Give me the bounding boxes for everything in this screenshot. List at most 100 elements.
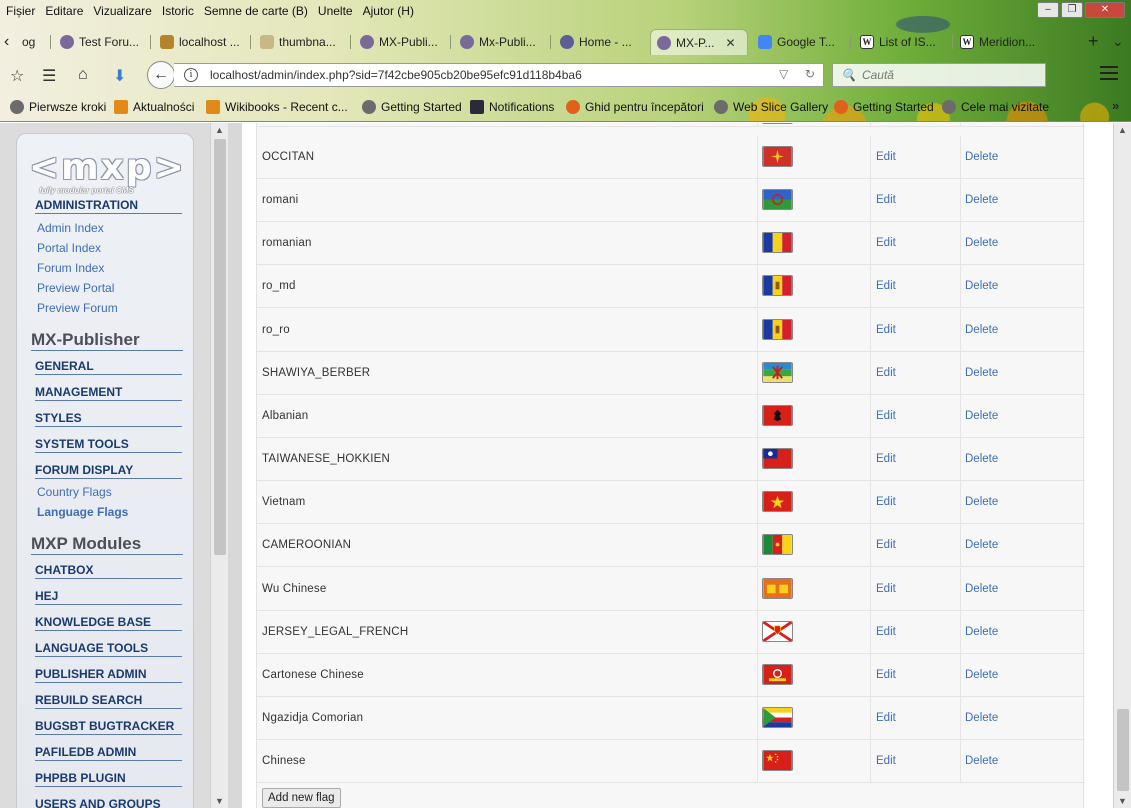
edit-link[interactable]: Edit — [876, 755, 896, 767]
delete-link[interactable]: Delete — [965, 539, 998, 551]
section-hej[interactable]: HEJ — [35, 589, 182, 605]
home-icon[interactable]: ⌂ — [78, 66, 88, 84]
bookmark-item[interactable]: Ghid pentru începători — [566, 100, 704, 114]
section-phpbb-plugin[interactable]: PHPBB PLUGIN — [35, 771, 182, 787]
page-scrollbar[interactable]: ▲ ▼ — [1113, 123, 1131, 808]
bookmark-item[interactable]: Getting Started — [362, 100, 462, 114]
section-language-tools[interactable]: LANGUAGE TOOLS — [35, 641, 182, 657]
section-styles[interactable]: STYLES — [35, 411, 182, 427]
scrollbar-thumb[interactable] — [1117, 709, 1129, 791]
url-dropdown-icon[interactable]: ▽ ↻ — [779, 67, 815, 81]
delete-link[interactable]: Delete — [965, 755, 998, 767]
edit-link[interactable]: Edit — [876, 280, 896, 292]
section-management[interactable]: MANAGEMENT — [35, 385, 182, 401]
download-icon[interactable]: ⬇ — [113, 66, 126, 86]
edit-link[interactable]: Edit — [876, 237, 896, 249]
bookmark-item[interactable]: Web Slice Gallery — [714, 100, 828, 114]
delete-link[interactable]: Delete — [965, 324, 998, 336]
bookmark-item[interactable]: Cele mai vizitate — [942, 100, 1049, 114]
delete-link[interactable]: Delete — [965, 367, 998, 379]
delete-link[interactable]: Delete — [965, 712, 998, 724]
edit-link[interactable]: Edit — [876, 539, 896, 551]
link-forum-index[interactable]: Forum Index — [37, 261, 104, 275]
scroll-down-icon[interactable]: ▼ — [1118, 796, 1127, 806]
close-window-button[interactable]: ✕ — [1085, 2, 1125, 18]
section-system-tools[interactable]: SYSTEM TOOLS — [35, 437, 182, 453]
bookmark-item[interactable]: Pierwsze kroki — [10, 100, 106, 114]
delete-link[interactable]: Delete — [965, 583, 998, 595]
section-administration[interactable]: ADMINISTRATION — [35, 198, 182, 214]
delete-link[interactable]: Delete — [965, 669, 998, 681]
tab[interactable]: og — [16, 29, 52, 55]
section-users-and-groups[interactable]: USERS AND GROUPS — [35, 797, 182, 808]
menu-bookmarks[interactable]: Semne de carte (B) — [204, 4, 308, 22]
tab[interactable]: Mx-Publi... — [454, 29, 548, 55]
scroll-down-icon[interactable]: ▼ — [215, 796, 224, 806]
section-knowledge-base[interactable]: KNOWLEDGE BASE — [35, 615, 182, 631]
menu-file[interactable]: Fișier — [6, 4, 35, 22]
scrollbar-thumb[interactable] — [214, 139, 226, 555]
link-preview-portal[interactable]: Preview Portal — [37, 281, 114, 295]
section-pafiledb-admin[interactable]: PAFILEDB ADMIN — [35, 745, 182, 761]
bookmarks-overflow-icon[interactable]: » — [1112, 98, 1119, 113]
edit-link[interactable]: Edit — [876, 151, 896, 163]
section-chatbox[interactable]: CHATBOX — [35, 563, 182, 579]
reader-list-icon[interactable]: ☰ — [42, 66, 56, 86]
bookmark-item[interactable]: Wikibooks - Recent c... — [206, 100, 348, 114]
edit-link[interactable]: Edit — [876, 194, 896, 206]
link-admin-index[interactable]: Admin Index — [37, 221, 104, 235]
delete-link[interactable]: Delete — [965, 496, 998, 508]
menu-view[interactable]: Vizualizare — [93, 4, 151, 22]
edit-link[interactable]: Edit — [876, 367, 896, 379]
delete-link[interactable]: Delete — [965, 453, 998, 465]
minimize-button[interactable]: – — [1037, 2, 1059, 18]
edit-link[interactable]: Edit — [876, 453, 896, 465]
maximize-button[interactable]: ❐ — [1061, 2, 1083, 18]
link-country-flags[interactable]: Country Flags — [37, 485, 112, 499]
add-new-flag-button[interactable]: Add new flag — [262, 788, 341, 808]
edit-link[interactable]: Edit — [876, 626, 896, 638]
edit-link[interactable]: Edit — [876, 583, 896, 595]
tab[interactable]: Google T... — [752, 29, 848, 55]
delete-link[interactable]: Delete — [965, 280, 998, 292]
delete-link[interactable]: Delete — [965, 194, 998, 206]
bookmark-item[interactable]: Getting Started — [834, 100, 934, 114]
delete-link[interactable]: Delete — [965, 410, 998, 422]
edit-link[interactable]: Edit — [876, 410, 896, 422]
bookmark-item[interactable]: Notifications — [470, 100, 554, 114]
tab-list-icon[interactable]: ⌄ — [1112, 33, 1124, 50]
hamburger-menu-icon[interactable] — [1100, 66, 1118, 82]
back-button[interactable]: ← — [147, 61, 175, 89]
edit-link[interactable]: Edit — [876, 496, 896, 508]
tab[interactable]: Home - ... — [554, 29, 648, 55]
link-preview-forum[interactable]: Preview Forum — [37, 301, 118, 315]
scroll-up-icon[interactable]: ▲ — [215, 125, 224, 135]
menu-edit[interactable]: Editare — [45, 4, 83, 22]
tab-active[interactable]: MX-P... ✕ — [650, 29, 748, 55]
section-publisher-admin[interactable]: PUBLISHER ADMIN — [35, 667, 182, 683]
delete-link[interactable]: Delete — [965, 626, 998, 638]
search-input[interactable]: 🔍 Caută — [832, 63, 1046, 87]
edit-link[interactable]: Edit — [876, 712, 896, 724]
tab[interactable]: localhost ... — [154, 29, 248, 55]
section-bugsbt-bugtracker[interactable]: BUGSBT BUGTRACKER — [35, 719, 182, 735]
scroll-up-icon[interactable]: ▲ — [1118, 125, 1127, 135]
section-forum-display[interactable]: FORUM DISPLAY — [35, 463, 182, 479]
link-portal-index[interactable]: Portal Index — [37, 241, 101, 255]
close-tab-icon[interactable]: ✕ — [725, 36, 735, 50]
nav-scrollbar[interactable]: ▲ ▼ — [210, 123, 228, 808]
edit-link[interactable]: Edit — [876, 669, 896, 681]
bookmark-item[interactable]: Aktualności — [114, 100, 194, 114]
bookmark-star-icon[interactable]: ☆ — [10, 66, 24, 86]
menu-tools[interactable]: Unelte — [318, 4, 353, 22]
url-bar[interactable]: i localhost/admin/index.php?sid=7f42cbe9… — [174, 63, 824, 87]
section-general[interactable]: GENERAL — [35, 359, 182, 375]
edit-link[interactable]: Edit — [876, 324, 896, 336]
new-tab-icon[interactable]: + — [1088, 31, 1099, 52]
tab-scroll-left-icon[interactable]: ‹ — [4, 33, 9, 51]
link-language-flags[interactable]: Language Flags — [37, 505, 128, 519]
frame-resize-handle[interactable] — [228, 123, 242, 808]
site-info-icon[interactable]: i — [184, 68, 198, 82]
delete-link[interactable]: Delete — [965, 237, 998, 249]
menu-history[interactable]: Istoric — [162, 4, 194, 22]
